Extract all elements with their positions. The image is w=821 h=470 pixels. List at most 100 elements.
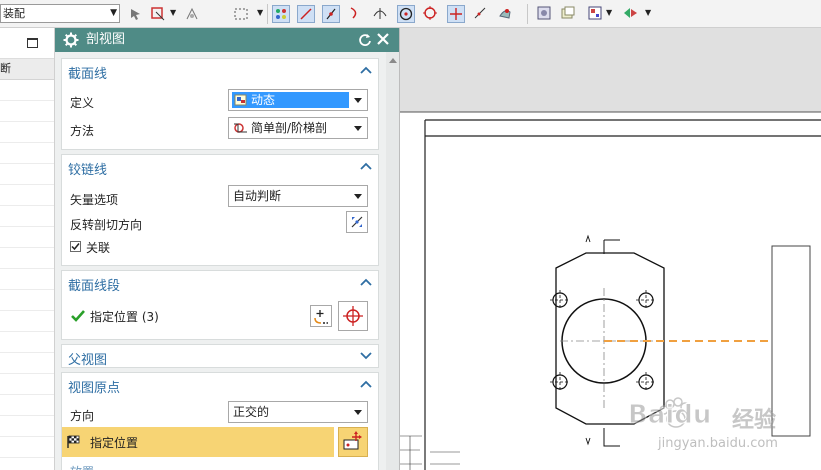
chevron-up-icon[interactable] [360, 278, 372, 286]
list-item[interactable] [0, 437, 54, 458]
method-value: 简单剖/阶梯剖 [251, 121, 328, 135]
associative-checkbox[interactable] [70, 241, 81, 252]
layer-icon[interactable] [560, 5, 578, 23]
list-item[interactable] [0, 248, 54, 269]
hinge-line-header[interactable]: 铰链线 [62, 155, 378, 179]
direction-value: 正交的 [233, 405, 270, 419]
chevron-down-icon[interactable]: ▼ [170, 8, 176, 17]
chevron-down-icon[interactable]: ▼ [257, 8, 263, 17]
watermark-brand: Baidu [627, 400, 712, 431]
origin-specify-location-label: 指定位置 [90, 436, 139, 450]
step-section-icon [234, 123, 247, 133]
list-item[interactable] [0, 290, 54, 311]
midpoint-icon[interactable] [347, 5, 365, 23]
vector-option-value: 自动判断 [233, 189, 282, 203]
list-item[interactable] [0, 416, 54, 437]
dynamic-icon [234, 94, 247, 106]
vector-option-label: 矢量选项 [70, 193, 119, 207]
point-dialog-button[interactable] [338, 301, 368, 331]
section-line-title: 截面线 [68, 67, 108, 82]
list-item[interactable] [0, 374, 54, 395]
chevron-down-icon [354, 98, 362, 103]
part-navigator-panel: 断 [0, 28, 55, 470]
close-icon[interactable] [376, 32, 390, 46]
intersection-icon[interactable] [372, 5, 390, 23]
list-item[interactable] [0, 353, 54, 374]
list-item[interactable] [0, 395, 54, 416]
existing-point-icon[interactable] [447, 5, 465, 23]
list-item[interactable] [0, 269, 54, 290]
chevron-down-icon[interactable]: ▼ [606, 8, 612, 17]
list-item[interactable] [0, 80, 54, 101]
list-item[interactable] [0, 164, 54, 185]
scroll-up-icon[interactable] [389, 58, 397, 63]
surface-point-icon[interactable] [497, 5, 515, 23]
parent-view-group: 父视图 [61, 344, 379, 368]
center-icon[interactable] [397, 5, 415, 23]
chevron-down-icon [354, 410, 362, 415]
chevron-down-icon[interactable] [360, 352, 372, 360]
render-icon[interactable] [622, 5, 640, 23]
place-origin-button[interactable] [338, 427, 368, 457]
move-origin-icon [343, 431, 362, 450]
add-segment-button[interactable] [310, 305, 332, 327]
reverse-direction-icon [351, 216, 363, 228]
list-item[interactable] [0, 101, 54, 122]
crosshair-icon [343, 306, 363, 326]
section-line-header[interactable]: 截面线 [62, 59, 378, 83]
dialog-scrollbar[interactable] [386, 52, 399, 470]
reverse-direction-label: 反转剖切方向 [70, 218, 143, 232]
curve-icon[interactable] [322, 5, 340, 23]
snap-points-icon[interactable] [272, 5, 290, 23]
navigator-column-header[interactable]: 断 [0, 59, 54, 80]
view-origin-group: 视图原点 方向 正交的 指定位置 放置 [61, 372, 379, 470]
reverse-direction-button[interactable] [346, 211, 368, 233]
point-on-curve-icon[interactable] [472, 5, 490, 23]
list-item[interactable] [0, 332, 54, 353]
drawing-canvas[interactable]: Baidu 经验 jingyan.baidu.com [400, 28, 821, 470]
section-view-dialog: 剖视图 截面线 定义 动态 方法 简单剖/阶梯剖 铰链线 矢量选项 自动判断 反… [55, 28, 400, 470]
view-origin-title: 视图原点 [68, 381, 121, 396]
selection-filter-dropdown[interactable]: 装配 ▼ [0, 4, 120, 23]
section-segment-header[interactable]: 截面线段 [62, 271, 378, 295]
list-item[interactable] [0, 311, 54, 332]
chevron-up-icon[interactable] [360, 162, 372, 170]
endpoint-icon[interactable] [297, 5, 315, 23]
hinge-line-title: 铰链线 [68, 163, 108, 178]
move-icon[interactable] [183, 5, 201, 23]
specify-location-row[interactable]: 指定位置 [62, 427, 334, 457]
display-icon[interactable] [587, 5, 605, 23]
vector-option-dropdown[interactable]: 自动判断 [228, 185, 368, 207]
definition-dropdown[interactable]: 动态 [228, 89, 368, 111]
chevron-down-icon[interactable]: ▼ [645, 8, 651, 17]
segment-specify-location-label: 指定位置 (3) [90, 310, 159, 324]
list-item[interactable] [0, 143, 54, 164]
list-item[interactable] [0, 122, 54, 143]
parent-view-header[interactable]: 父视图 [62, 345, 378, 369]
section-segment-group: 截面线段 指定位置 (3) [61, 270, 379, 340]
list-item[interactable] [0, 206, 54, 227]
view-origin-header[interactable]: 视图原点 [62, 373, 378, 397]
list-item[interactable] [0, 185, 54, 206]
list-item[interactable] [0, 227, 54, 248]
section-line-group: 截面线 定义 动态 方法 简单剖/阶梯剖 [61, 58, 379, 150]
chevron-up-icon[interactable] [360, 380, 372, 388]
maximize-icon[interactable] [27, 38, 38, 48]
add-point-icon [314, 310, 328, 324]
view-icon[interactable] [536, 5, 554, 23]
definition-label: 定义 [70, 96, 95, 110]
quadrant-icon[interactable] [422, 5, 440, 23]
select-box-icon[interactable] [232, 5, 250, 23]
dialog-title: 剖视图 [86, 32, 126, 47]
snap-icon[interactable] [149, 5, 167, 23]
reset-icon[interactable] [358, 33, 372, 47]
hinge-line-group: 铰链线 矢量选项 自动判断 反转剖切方向 关联 [61, 154, 379, 266]
chevron-down-icon: ▼ [110, 8, 117, 18]
chevron-up-icon[interactable] [360, 66, 372, 74]
select-filter-icon[interactable] [127, 5, 145, 23]
placement-label: 放置 [70, 463, 94, 470]
method-dropdown[interactable]: 简单剖/阶梯剖 [228, 117, 368, 139]
method-label: 方法 [70, 124, 95, 138]
direction-dropdown[interactable]: 正交的 [228, 401, 368, 423]
selection-filter-value: 装配 [3, 7, 25, 20]
